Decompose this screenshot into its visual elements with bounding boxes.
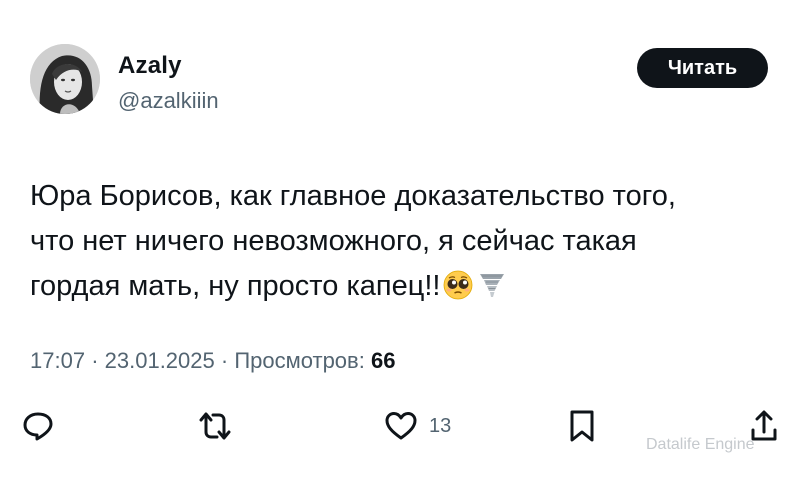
meta-separator: · <box>220 348 229 373</box>
watermark: Datalife Engine <box>646 436 755 453</box>
avatar-image <box>30 44 100 114</box>
tornado-emoji-icon <box>476 269 508 301</box>
tweet-line: что нет ничего невозможного, я сейчас та… <box>30 225 637 257</box>
tweet-line: гордая мать, ну просто капец!! <box>30 264 770 309</box>
tweet-text: Юра Борисов, как главное доказательство … <box>30 174 770 309</box>
views-label: Просмотров: <box>234 348 365 373</box>
tweet-meta: 17:07 · 23.01.2025 · Просмотров: 66 <box>30 348 395 374</box>
tweet-line-text: гордая мать, ну просто капец!! <box>30 270 441 302</box>
reply-icon <box>23 412 53 441</box>
meta-separator: · <box>91 348 99 373</box>
like-button[interactable]: 13 <box>383 406 451 446</box>
author-display-name[interactable]: Azaly <box>118 52 182 80</box>
repost-icon <box>199 412 231 440</box>
follow-button[interactable]: Читать <box>637 48 768 88</box>
views-count: 66 <box>370 348 396 373</box>
tweet-line: Юра Борисов, как главное доказательство … <box>30 180 676 212</box>
heart-icon <box>385 412 417 440</box>
avatar[interactable] <box>30 44 100 114</box>
pleading-face-emoji-icon <box>442 269 474 301</box>
bookmark-button[interactable] <box>566 406 598 446</box>
repost-button[interactable] <box>195 406 235 446</box>
bookmark-icon <box>570 410 594 442</box>
tweet-time[interactable]: 17:07 <box>30 348 85 373</box>
reply-button[interactable] <box>20 406 56 446</box>
like-count: 13 <box>429 414 452 437</box>
tweet-date[interactable]: 23.01.2025 <box>105 348 215 373</box>
author-handle[interactable]: @azalkiiin <box>118 88 219 114</box>
